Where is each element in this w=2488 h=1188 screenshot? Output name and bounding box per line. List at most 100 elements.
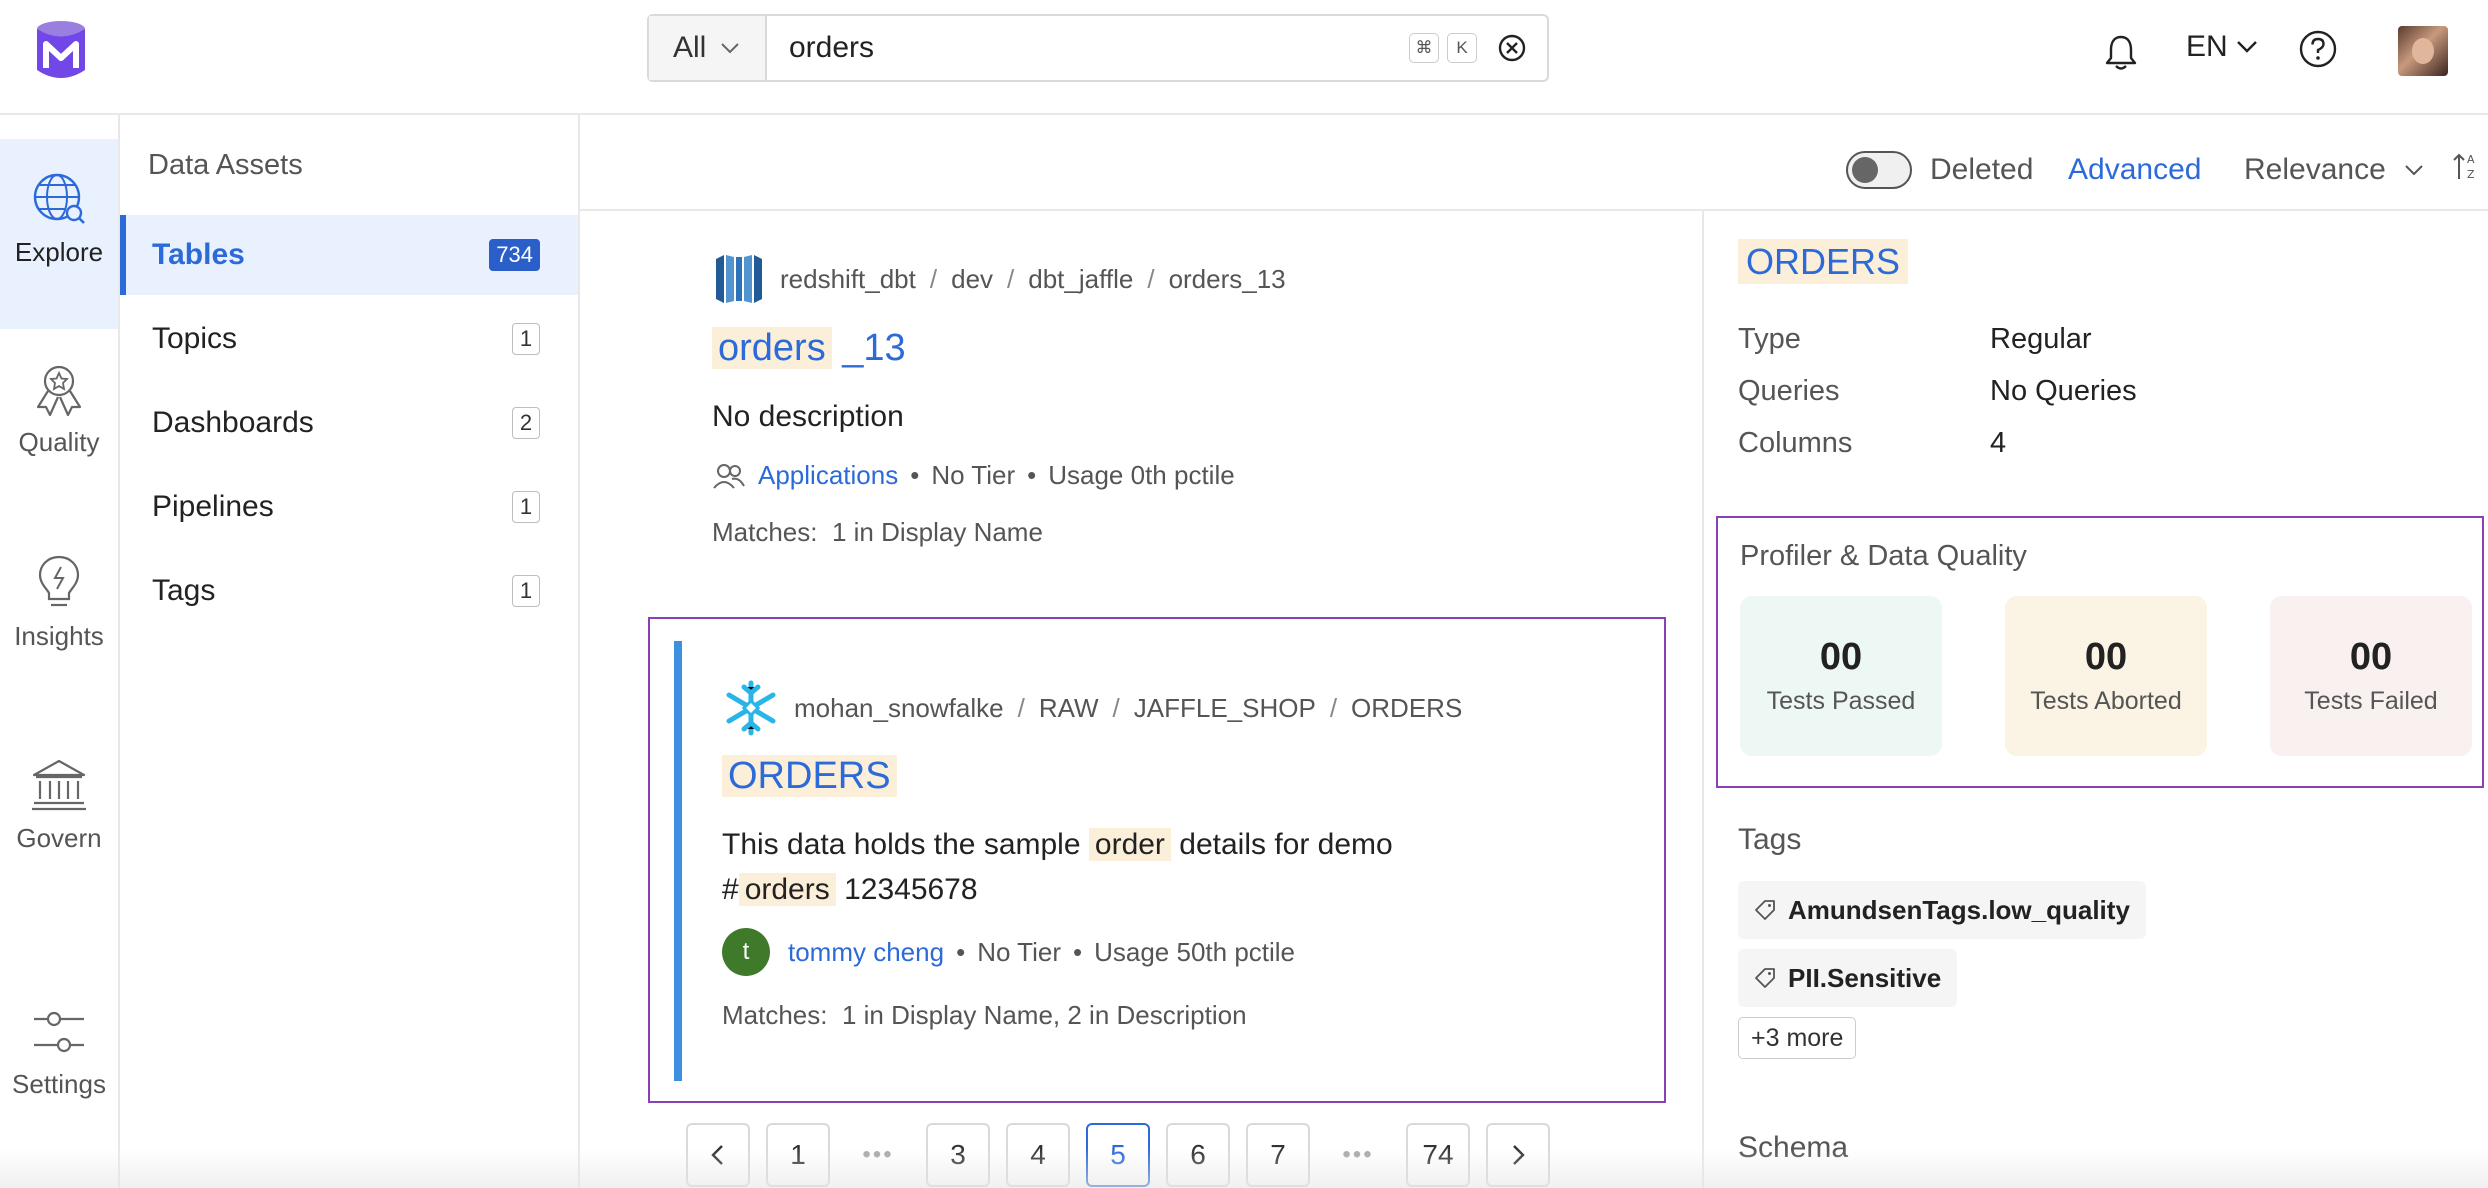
users-group-icon — [713, 463, 745, 489]
award-badge-icon — [36, 365, 82, 417]
tag-chip[interactable]: AmundsenTags.low_quality — [1738, 881, 2146, 939]
advanced-search-link[interactable]: Advanced — [2068, 153, 2201, 187]
pagination-ellipsis[interactable]: ••• — [846, 1123, 910, 1187]
help-icon[interactable] — [2298, 29, 2338, 69]
prop-value: No Queries — [1990, 375, 2137, 407]
sort-label: Relevance — [2244, 153, 2386, 186]
clear-search-icon[interactable] — [1497, 33, 1527, 63]
command-key-hint: ⌘ — [1409, 33, 1439, 63]
result-card-selected[interactable]: mohan_snowfalke / RAW / JAFFLE_SHOP / OR… — [648, 617, 1666, 1103]
next-page-button[interactable] — [1486, 1123, 1550, 1187]
result-title-link[interactable]: orders _13 — [712, 327, 906, 370]
breadcrumb-item[interactable]: redshift_dbt — [780, 264, 916, 295]
prev-page-button[interactable] — [686, 1123, 750, 1187]
nav-insights-label: Insights — [14, 621, 104, 651]
lightbulb-icon — [38, 555, 80, 607]
meta-separator: • — [956, 936, 966, 967]
page-button[interactable]: 6 — [1166, 1123, 1230, 1187]
pagination-ellipsis[interactable]: ••• — [1326, 1123, 1390, 1187]
breadcrumb-separator: / — [1329, 692, 1338, 723]
result-card-content: mohan_snowfalke / RAW / JAFFLE_SHOP / OR… — [674, 641, 1646, 1081]
results-toolbar: Deleted Advanced Relevance AZ — [580, 115, 2488, 211]
search-results: redshift_dbt / dev / dbt_jaffle / orders… — [580, 211, 1704, 1188]
tag-label: PII.Sensitive — [1788, 962, 1942, 993]
data-assets-panel: Data Assets Tables 734 Topics 1 Dashboar… — [120, 115, 580, 1188]
page-button[interactable]: 74 — [1406, 1123, 1470, 1187]
tag-icon — [1755, 900, 1775, 920]
top-bar: All ⌘ K EN — [0, 0, 2488, 115]
result-meta: Applications • No Tier • Usage 0th pctil… — [712, 460, 1286, 491]
nav-quality-label: Quality — [18, 427, 100, 457]
settings-sliders-icon — [34, 1011, 84, 1053]
tests-failed-label: Tests Failed — [2304, 687, 2438, 715]
nav-govern-label: Govern — [16, 823, 102, 853]
title-highlight: orders — [712, 327, 832, 369]
language-selector[interactable]: EN — [2186, 30, 2258, 64]
entity-title[interactable]: ORDERS — [1738, 239, 1909, 284]
asset-label: Tags — [152, 574, 216, 607]
asset-topics[interactable]: Topics 1 — [120, 299, 578, 379]
breadcrumb-item[interactable]: dbt_jaffle — [1028, 264, 1133, 295]
breadcrumb-item[interactable]: JAFFLE_SHOP — [1134, 693, 1316, 724]
breadcrumb-item[interactable]: mohan_snowfalke — [794, 693, 1004, 724]
breadcrumb-item[interactable]: orders_13 — [1169, 264, 1286, 295]
nav-explore-label: Explore — [14, 237, 104, 267]
search-type-dropdown[interactable]: All — [649, 16, 767, 80]
deleted-toggle[interactable] — [1846, 151, 1912, 189]
asset-tables[interactable]: Tables 734 — [120, 215, 578, 295]
page-button-active[interactable]: 5 — [1086, 1123, 1150, 1187]
search-input[interactable] — [767, 16, 1409, 80]
profiler-data-quality-section: Profiler & Data Quality 00 Tests Passed … — [1716, 516, 2484, 788]
page-button[interactable]: 7 — [1246, 1123, 1310, 1187]
title-highlight: ORDERS — [722, 755, 897, 797]
asset-pipelines[interactable]: Pipelines 1 — [120, 467, 578, 547]
asset-count-badge: 2 — [512, 407, 540, 439]
meta-separator: • — [1027, 460, 1037, 490]
breadcrumb-item[interactable]: dev — [951, 264, 993, 295]
svg-text:Z: Z — [2467, 168, 2475, 181]
nav-settings[interactable]: Settings — [0, 1005, 118, 1100]
owner-link[interactable]: tommy cheng — [788, 937, 944, 968]
language-label: EN — [2186, 30, 2228, 63]
left-navigation: Explore Quality Insights Govern Settings — [0, 115, 120, 1188]
result-card[interactable]: redshift_dbt / dev / dbt_jaffle / orders… — [712, 251, 1286, 548]
result-meta: t tommy cheng • No Tier • Usage 50th pct… — [722, 928, 1462, 976]
openmetadata-logo[interactable] — [34, 20, 88, 82]
tests-failed-card: 00 Tests Failed — [2270, 596, 2472, 756]
result-body: mohan_snowfalke / RAW / JAFFLE_SHOP / OR… — [722, 679, 1462, 1031]
globe-search-icon — [33, 173, 85, 224]
asset-count-badge: 1 — [512, 575, 540, 607]
prop-label: Queries — [1738, 375, 1840, 407]
asset-tags[interactable]: Tags 1 — [120, 551, 578, 631]
description-text: # — [722, 873, 739, 906]
nav-quality[interactable]: Quality — [0, 361, 118, 458]
breadcrumb-item[interactable]: ORDERS — [1351, 693, 1462, 724]
tier-label: No Tier — [977, 936, 1061, 967]
chevron-right-icon — [1513, 1145, 1525, 1165]
page-button[interactable]: 1 — [766, 1123, 830, 1187]
tag-icon — [1755, 968, 1775, 988]
title-rest: _13 — [842, 327, 906, 369]
matches-info: Matches: 1 in Display Name, 2 in Descrip… — [722, 1000, 1462, 1031]
meta-separator: • — [910, 460, 920, 490]
breadcrumb-item[interactable]: RAW — [1039, 693, 1099, 724]
asset-dashboards[interactable]: Dashboards 2 — [120, 383, 578, 463]
breadcrumb-separator: / — [1147, 263, 1155, 294]
sort-dropdown[interactable]: Relevance — [2244, 153, 2424, 187]
sort-order-icon[interactable]: AZ — [2452, 151, 2478, 183]
page-button[interactable]: 4 — [1006, 1123, 1070, 1187]
result-title-link[interactable]: ORDERS — [722, 755, 897, 798]
notification-bell-icon[interactable] — [2103, 33, 2139, 71]
owner-link[interactable]: Applications — [758, 460, 898, 491]
nav-insights[interactable]: Insights — [0, 553, 118, 652]
nav-explore[interactable]: Explore — [0, 139, 118, 329]
more-tags-button[interactable]: +3 more — [1738, 1017, 1857, 1059]
user-avatar[interactable] — [2398, 26, 2448, 76]
breadcrumb-separator: / — [929, 263, 938, 294]
nav-govern[interactable]: Govern — [0, 755, 118, 854]
asset-label: Dashboards — [152, 406, 314, 439]
tag-chip[interactable]: PII.Sensitive — [1738, 949, 1958, 1007]
breadcrumb-separator: / — [1017, 692, 1025, 723]
page-button[interactable]: 3 — [926, 1123, 990, 1187]
breadcrumb-separator: / — [1112, 692, 1120, 723]
